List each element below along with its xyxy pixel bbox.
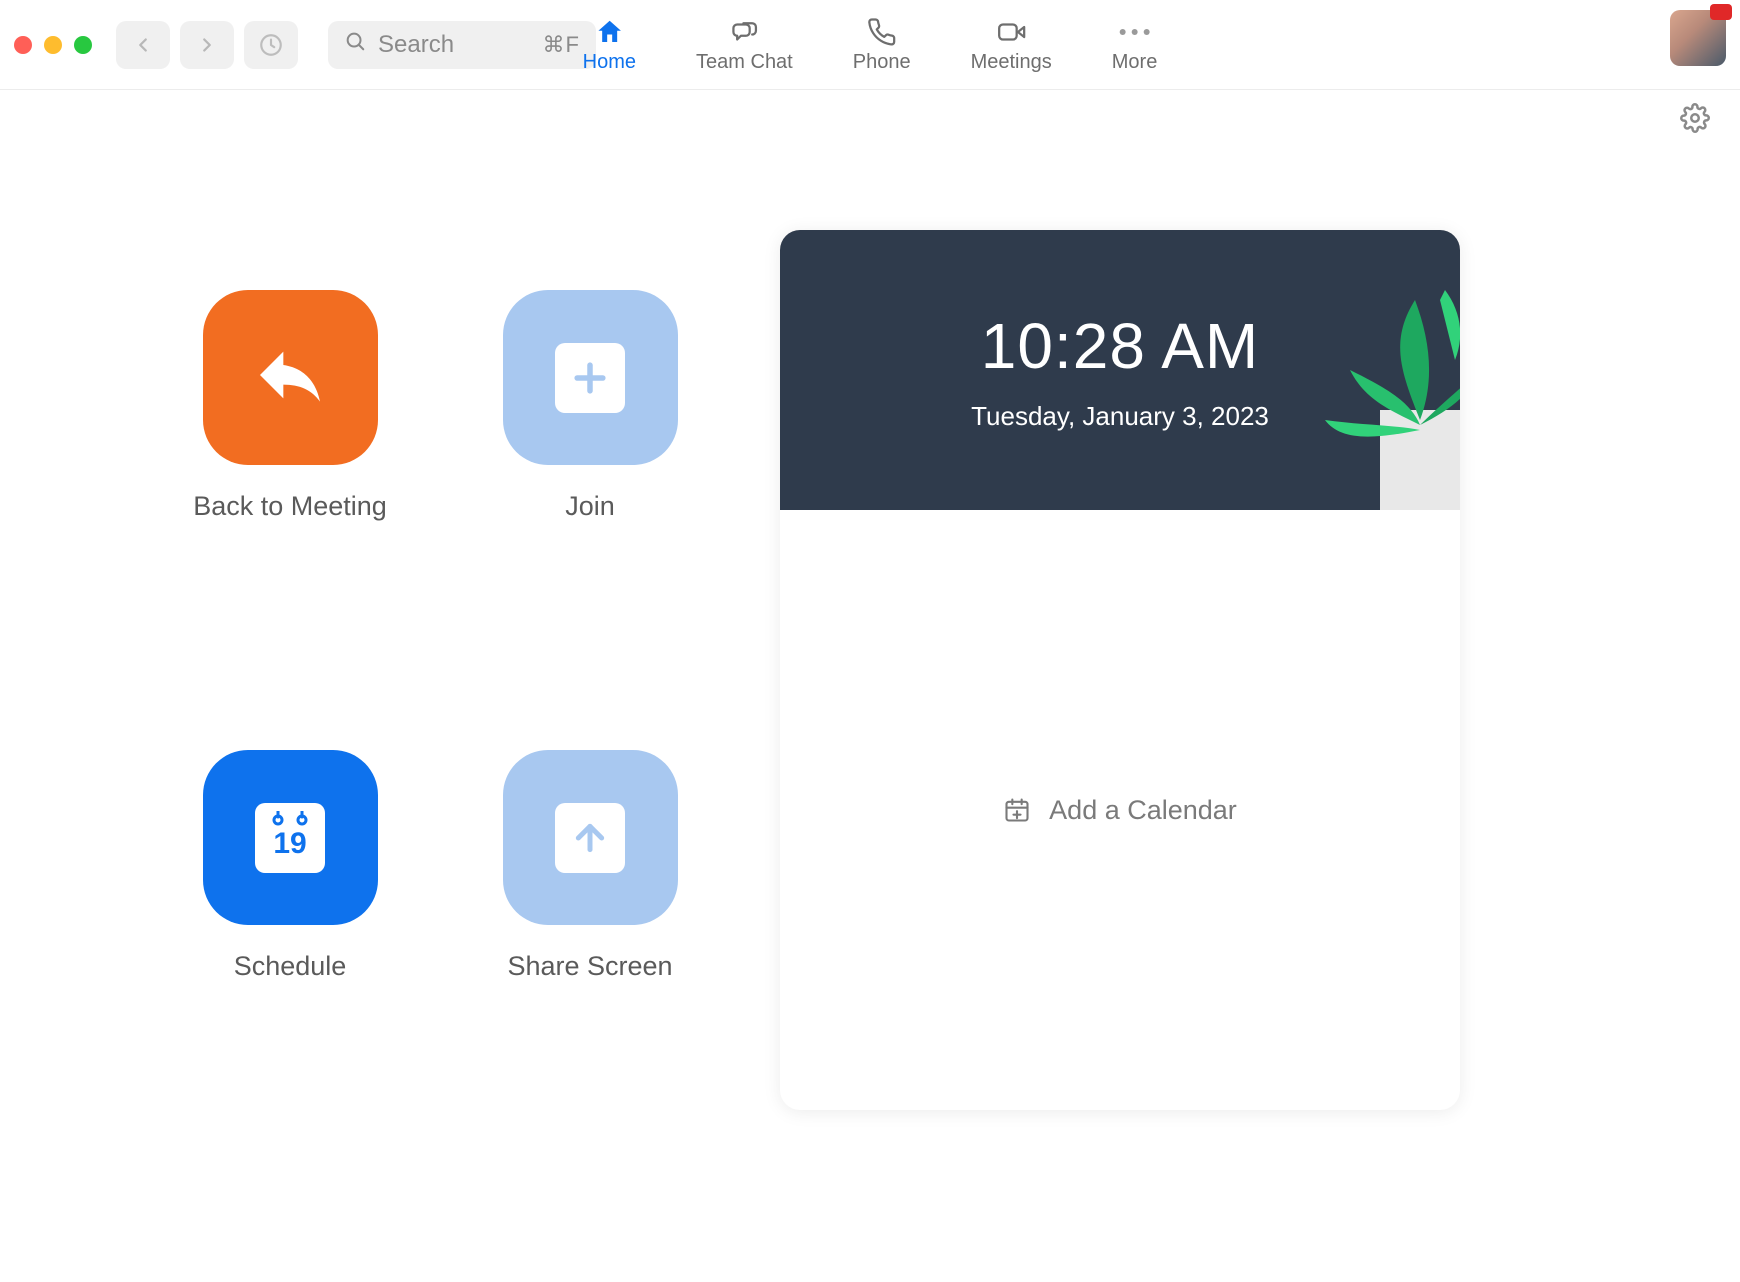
tab-label: More (1112, 51, 1158, 74)
action-label: Schedule (234, 951, 347, 982)
video-icon (996, 17, 1026, 47)
tab-meetings[interactable]: Meetings (971, 17, 1052, 74)
home-icon (594, 17, 624, 47)
calendar-day: 19 (273, 827, 306, 861)
action-back-to-meeting: Back to Meeting (180, 290, 400, 650)
arrow-up-icon (555, 803, 625, 873)
plus-icon (555, 343, 625, 413)
plant-decoration (1270, 290, 1460, 510)
phone-icon (867, 17, 897, 47)
action-schedule: 19 Schedule (180, 750, 400, 1110)
window-zoom-button[interactable] (74, 36, 92, 54)
avatar-notification-badge (1710, 4, 1732, 20)
action-share-screen: Share Screen (480, 750, 700, 1110)
search-icon (344, 30, 366, 59)
main-content: Back to Meeting Join 19 Schedule (0, 150, 1740, 1170)
share-screen-button[interactable] (503, 750, 678, 925)
tab-home[interactable]: Home (583, 17, 636, 74)
user-avatar[interactable] (1670, 10, 1726, 66)
reply-arrow-icon (250, 335, 330, 420)
search-placeholder: Search (378, 31, 454, 59)
window-close-button[interactable] (14, 36, 32, 54)
schedule-button[interactable]: 19 (203, 750, 378, 925)
tab-phone[interactable]: Phone (853, 17, 911, 74)
tab-more[interactable]: More (1112, 17, 1158, 74)
window-minimize-button[interactable] (44, 36, 62, 54)
toolbar-secondary (0, 90, 1740, 150)
tab-label: Meetings (971, 51, 1052, 74)
calendar-plus-icon (1003, 796, 1031, 824)
history-button[interactable] (244, 21, 298, 69)
calendar-icon: 19 (255, 803, 325, 873)
join-button[interactable] (503, 290, 678, 465)
action-label: Back to Meeting (193, 491, 387, 522)
gear-icon (1680, 103, 1710, 133)
tab-label: Team Chat (696, 51, 793, 74)
chat-icon (729, 17, 759, 47)
search-input[interactable]: Search ⌘F (328, 21, 596, 69)
window-controls (14, 36, 92, 54)
calendar-card: 10:28 AM Tuesday, January 3, 2023 Add a … (780, 230, 1460, 1110)
settings-button[interactable] (1680, 103, 1710, 138)
add-calendar-button[interactable]: Add a Calendar (780, 510, 1460, 1110)
nav-forward-button[interactable] (180, 21, 234, 69)
action-label: Join (565, 491, 615, 522)
titlebar: Search ⌘F Home Team Chat Phone Me (0, 0, 1740, 90)
back-to-meeting-button[interactable] (203, 290, 378, 465)
actions-grid: Back to Meeting Join 19 Schedule (180, 290, 700, 1110)
more-icon (1120, 17, 1150, 47)
tab-label: Home (583, 51, 636, 74)
add-calendar-label: Add a Calendar (1049, 795, 1237, 826)
nav-buttons (116, 21, 234, 69)
search-shortcut: ⌘F (543, 32, 580, 58)
nav-back-button[interactable] (116, 21, 170, 69)
clock-time: 10:28 AM (981, 309, 1259, 383)
main-tabs: Home Team Chat Phone Meetings More (583, 0, 1158, 90)
action-join: Join (480, 290, 700, 650)
tab-label: Phone (853, 51, 911, 74)
calendar-header: 10:28 AM Tuesday, January 3, 2023 (780, 230, 1460, 510)
action-label: Share Screen (507, 951, 672, 982)
clock-date: Tuesday, January 3, 2023 (971, 401, 1269, 432)
tab-teamchat[interactable]: Team Chat (696, 17, 793, 74)
